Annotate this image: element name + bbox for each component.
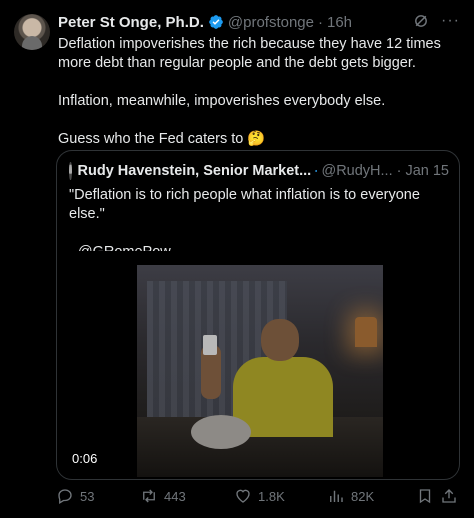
more-options-icon[interactable]: ··· — [441, 12, 460, 30]
bookmark-button[interactable] — [416, 487, 434, 505]
quote-author-handle: @RudyH... — [321, 163, 393, 179]
analytics-icon — [330, 490, 343, 502]
quote-header: Rudy Havenstein, Senior Market... @RudyH… — [69, 162, 449, 180]
video-frame — [137, 265, 383, 477]
tweet-paragraph: Inflation, meanwhile, impoverishes every… — [58, 93, 386, 109]
quote-author-avatar — [69, 162, 72, 180]
verified-badge-icon — [209, 15, 223, 29]
video-player[interactable]: 0:06 — [58, 251, 458, 478]
verified-badge-icon — [315, 170, 318, 172]
author-name[interactable]: Peter St Onge, Ph.D. — [58, 14, 204, 31]
like-count: 1.8K — [258, 488, 285, 504]
post-time[interactable]: 16h — [327, 14, 352, 31]
video-timestamp: 0:06 — [72, 451, 98, 466]
author-avatar[interactable] — [14, 14, 50, 50]
reply-icon — [58, 489, 72, 504]
separator-dot: · — [396, 163, 402, 179]
share-icon — [442, 489, 456, 503]
author-handle[interactable]: @profstonge — [228, 14, 314, 31]
like-button[interactable]: 1.8K — [234, 487, 285, 505]
share-button[interactable] — [440, 487, 458, 505]
quote-date: Jan 15 — [405, 163, 449, 179]
tweet-header: Peter St Onge, Ph.D. @profstonge · 16h ·… — [58, 12, 460, 32]
separator-dot: · — [318, 13, 323, 31]
repost-count: 443 — [164, 488, 186, 504]
quoted-tweet[interactable]: Rudy Havenstein, Senior Market... @RudyH… — [56, 150, 460, 480]
grok-icon[interactable] — [413, 13, 429, 29]
bookmark-icon — [419, 489, 431, 504]
tweet-paragraph: Deflation impoverishes the rich because … — [58, 36, 441, 71]
reply-count: 53 — [80, 488, 95, 504]
reply-button[interactable]: 53 — [56, 487, 94, 505]
heart-icon — [236, 489, 250, 503]
quote-author-name: Rudy Havenstein, Senior Market... — [77, 163, 312, 179]
view-count: 82K — [351, 488, 375, 504]
tweet-text: Deflation impoverishes the rich because … — [58, 35, 458, 149]
views-button[interactable]: 82K — [327, 487, 374, 505]
action-bar: 53 443 1.8K 82K — [56, 486, 458, 506]
repost-icon — [143, 489, 155, 503]
repost-button[interactable]: 443 — [140, 487, 186, 505]
tweet-paragraph: Guess who the Fed caters to 🤔 — [58, 131, 266, 147]
quote-paragraph: "Deflation is to rich people what inflat… — [69, 187, 420, 222]
